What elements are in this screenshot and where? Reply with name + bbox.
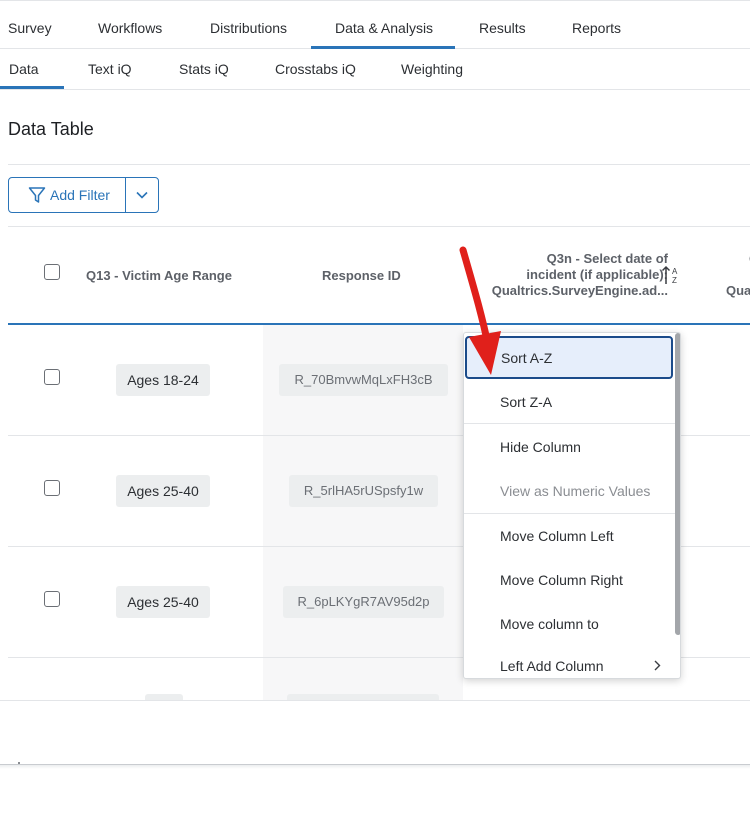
menu-item-label: View as Numeric Values [500, 483, 651, 499]
annotation-arrow-icon [459, 246, 501, 375]
divider [8, 226, 750, 227]
add-filter-label: Add Filter [50, 187, 110, 203]
subtab-stats-iq[interactable]: Stats iQ [179, 61, 229, 77]
age-range-cell: Ages 18-24 [116, 364, 210, 396]
add-filter-button[interactable]: Add Filter [9, 178, 125, 212]
menu-item-label: Sort Z-A [500, 394, 553, 410]
row-checkbox[interactable] [44, 591, 60, 607]
sort-az-icon[interactable]: A Z [661, 264, 681, 286]
divider [8, 164, 750, 165]
response-id-cell: R_70BmvwMqLxFH3cB [279, 364, 448, 396]
active-subtab-indicator [0, 86, 64, 89]
tab-results[interactable]: Results [479, 20, 526, 36]
row-checkbox[interactable] [44, 480, 60, 496]
add-filter-split-button: Add Filter [8, 177, 159, 213]
column-header-response-id[interactable]: Response ID [322, 268, 401, 283]
filter-icon [28, 187, 46, 203]
menu-item-label: Move Column Right [500, 572, 623, 588]
table-bottom-divider [0, 700, 750, 701]
subtab-crosstabs-iq[interactable]: Crosstabs iQ [275, 61, 356, 77]
menu-divider [464, 423, 675, 424]
tab-survey[interactable]: Survey [8, 20, 52, 36]
menu-item-label: Hide Column [500, 439, 581, 455]
menu-item-view-as-numeric: View as Numeric Values [464, 469, 675, 513]
tab-distributions[interactable]: Distributions [210, 20, 287, 36]
column-context-menu: Sort A-Z Sort Z-A Hide Column View as Nu… [463, 332, 681, 679]
column-header-q4n[interactable]: Q4n Qualtric [724, 251, 750, 299]
select-all-checkbox[interactable] [44, 264, 60, 280]
svg-text:Z: Z [672, 276, 677, 285]
menu-item-label: Sort A-Z [501, 350, 553, 366]
subtab-weighting[interactable]: Weighting [401, 61, 463, 77]
menu-item-move-column-to[interactable]: Move column to [464, 602, 675, 646]
column-header-q4n-line: Qualtric [726, 283, 750, 298]
menu-item-hide-column[interactable]: Hide Column [464, 425, 675, 469]
menu-item-label: Left Add Column [500, 658, 604, 674]
menu-item-move-column-right[interactable]: Move Column Right [464, 558, 675, 602]
tab-workflows[interactable]: Workflows [98, 20, 162, 36]
subtab-data[interactable]: Data [9, 61, 39, 77]
menu-item-sort-z-a[interactable]: Sort Z-A [464, 380, 675, 424]
sub-navigation: Data Text iQ Stats iQ Crosstabs iQ Weigh… [0, 49, 750, 90]
tab-reports[interactable]: Reports [572, 20, 621, 36]
age-range-cell: Ages 25-40 [116, 475, 210, 507]
chevron-right-icon [654, 660, 661, 671]
header-divider [8, 323, 750, 325]
menu-item-label: Move Column Left [500, 528, 614, 544]
svg-text:A: A [672, 267, 678, 276]
menu-scrollbar[interactable] [675, 333, 680, 635]
row-checkbox[interactable] [44, 369, 60, 385]
chevron-down-icon [136, 191, 148, 199]
menu-item-label: Move column to [500, 616, 599, 632]
scrollbar-shadow [0, 765, 750, 769]
column-header-q13[interactable]: Q13 - Victim Age Range [86, 268, 232, 283]
age-range-cell: Ages 25-40 [116, 586, 210, 618]
response-id-cell: R_5rlHA5rUSpsfy1w [289, 475, 438, 507]
menu-item-left-add-column[interactable]: Left Add Column [464, 644, 675, 678]
top-navigation: Survey Workflows Distributions Data & An… [0, 0, 750, 49]
response-id-cell: R_6pLKYgR7AV95d2p [283, 586, 444, 618]
subtab-text-iq[interactable]: Text iQ [88, 61, 132, 77]
tab-data-analysis[interactable]: Data & Analysis [335, 20, 433, 36]
page-title: Data Table [8, 119, 94, 139]
filter-dropdown-button[interactable] [126, 178, 158, 212]
column-header-q4n-line: Q4n [724, 251, 750, 267]
menu-item-move-column-left[interactable]: Move Column Left [464, 514, 675, 558]
